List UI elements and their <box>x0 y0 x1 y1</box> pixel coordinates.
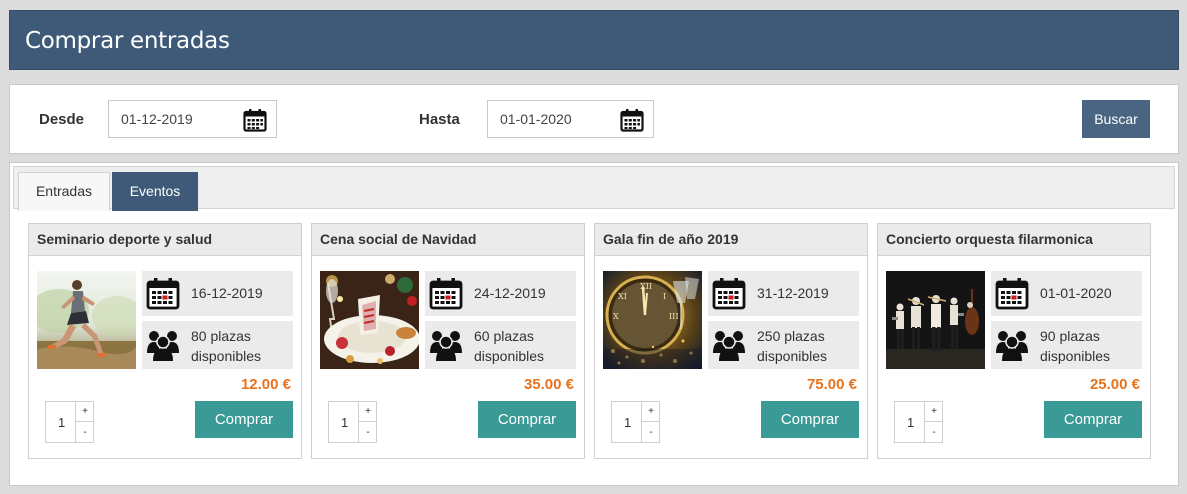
quantity-stepper[interactable]: 1 + - <box>611 401 660 443</box>
quantity-increment-button[interactable]: + <box>75 402 94 422</box>
event-seats-count: 60 plazas <box>474 328 534 344</box>
svg-text:XI: XI <box>618 292 627 301</box>
event-date-box: 31-12-2019 <box>708 271 859 316</box>
svg-text:III: III <box>669 312 678 321</box>
event-title: Cena social de Navidad <box>312 224 584 256</box>
date-filter-bar: Desde 01-12-2019 Hasta 01-01-2020 Buscar <box>9 84 1179 154</box>
quantity-increment-button[interactable]: + <box>641 402 660 422</box>
main-panel: Entradas Eventos Seminario deporte y sal… <box>9 162 1179 486</box>
quantity-stepper[interactable]: 1 + - <box>45 401 94 443</box>
event-seats-available: disponibles <box>191 348 262 364</box>
quantity-value[interactable]: 1 <box>624 415 631 430</box>
page-title: Comprar entradas <box>25 28 230 54</box>
quantity-increment-button[interactable]: + <box>358 402 377 422</box>
event-seats: 80 plazas disponibles <box>191 326 261 366</box>
event-seats-available: disponibles <box>1040 348 1111 364</box>
event-price: 75.00 € <box>806 376 857 393</box>
calendar-icon <box>429 277 463 315</box>
event-date-box: 16-12-2019 <box>142 271 293 316</box>
event-title: Seminario deporte y salud <box>29 224 301 256</box>
people-icon <box>995 327 1029 366</box>
svg-text:XII: XII <box>640 282 652 291</box>
event-title: Concierto orquesta filarmonica <box>878 224 1150 256</box>
hasta-date-value: 01-01-2020 <box>500 111 572 127</box>
event-image <box>320 271 420 369</box>
event-card: Gala fin de año 2019 XII I XI X III 31-1… <box>594 223 868 459</box>
calendar-icon <box>712 277 746 315</box>
event-seats-box: 90 plazas disponibles <box>991 321 1142 369</box>
buy-button[interactable]: Comprar <box>195 401 293 438</box>
event-image: XII I XI X III <box>603 271 702 369</box>
event-image <box>886 271 985 369</box>
event-card: Concierto orquesta filarmonica 01-01-202… <box>877 223 1151 459</box>
event-seats-count: 80 plazas <box>191 328 251 344</box>
hasta-date-field[interactable]: 01-01-2020 <box>487 100 654 138</box>
event-date-box: 24-12-2019 <box>425 271 576 316</box>
event-seats-available: disponibles <box>474 348 545 364</box>
calendar-icon[interactable] <box>243 108 267 137</box>
quantity-value[interactable]: 1 <box>907 415 914 430</box>
event-date: 01-01-2020 <box>1040 285 1112 301</box>
hasta-label: Hasta <box>419 111 460 128</box>
search-button[interactable]: Buscar <box>1082 100 1150 138</box>
quantity-decrement-button[interactable]: - <box>641 422 660 443</box>
quantity-decrement-button[interactable]: - <box>358 422 377 443</box>
event-seats-count: 250 plazas <box>757 328 825 344</box>
event-seats-box: 60 plazas disponibles <box>425 321 576 369</box>
desde-label: Desde <box>39 111 85 128</box>
calendar-icon <box>995 277 1029 315</box>
quantity-stepper[interactable]: 1 + - <box>328 401 377 443</box>
quantity-value[interactable]: 1 <box>58 415 65 430</box>
tab-bar: Entradas Eventos <box>13 166 1175 211</box>
desde-date-value: 01-12-2019 <box>121 111 193 127</box>
event-seats: 60 plazas disponibles <box>474 326 544 366</box>
event-date: 31-12-2019 <box>757 285 829 301</box>
event-price: 35.00 € <box>523 376 574 393</box>
event-date: 16-12-2019 <box>191 285 263 301</box>
people-icon <box>712 327 746 366</box>
quantity-decrement-button[interactable]: - <box>924 422 943 443</box>
people-icon <box>429 327 463 366</box>
page-header: Comprar entradas <box>9 10 1179 70</box>
quantity-stepper[interactable]: 1 + - <box>894 401 943 443</box>
people-icon <box>146 327 180 366</box>
quantity-value[interactable]: 1 <box>341 415 348 430</box>
desde-date-field[interactable]: 01-12-2019 <box>108 100 277 138</box>
event-seats-count: 90 plazas <box>1040 328 1100 344</box>
event-price: 12.00 € <box>240 376 291 393</box>
buy-button[interactable]: Comprar <box>478 401 576 438</box>
event-seats: 250 plazas disponibles <box>757 326 827 366</box>
event-seats-box: 80 plazas disponibles <box>142 321 293 369</box>
buy-button[interactable]: Comprar <box>1044 401 1142 438</box>
event-title: Gala fin de año 2019 <box>595 224 867 256</box>
event-seats-available: disponibles <box>757 348 828 364</box>
event-date: 24-12-2019 <box>474 285 546 301</box>
event-image <box>29 271 142 369</box>
svg-text:I: I <box>663 292 666 301</box>
quantity-decrement-button[interactable]: - <box>75 422 94 443</box>
calendar-icon[interactable] <box>620 108 644 137</box>
tab-entradas[interactable]: Entradas <box>18 172 110 211</box>
calendar-icon <box>146 277 180 315</box>
event-price: 25.00 € <box>1089 376 1140 393</box>
quantity-increment-button[interactable]: + <box>924 402 943 422</box>
event-seats-box: 250 plazas disponibles <box>708 321 859 369</box>
tab-eventos[interactable]: Eventos <box>112 172 198 211</box>
event-card: Cena social de Navidad 24-12-2019 60 pla… <box>311 223 585 459</box>
svg-text:X: X <box>613 312 619 321</box>
event-seats: 90 plazas disponibles <box>1040 326 1110 366</box>
event-date-box: 01-01-2020 <box>991 271 1142 316</box>
buy-button[interactable]: Comprar <box>761 401 859 438</box>
event-card: Seminario deporte y salud 16-12-2019 80 … <box>28 223 302 459</box>
